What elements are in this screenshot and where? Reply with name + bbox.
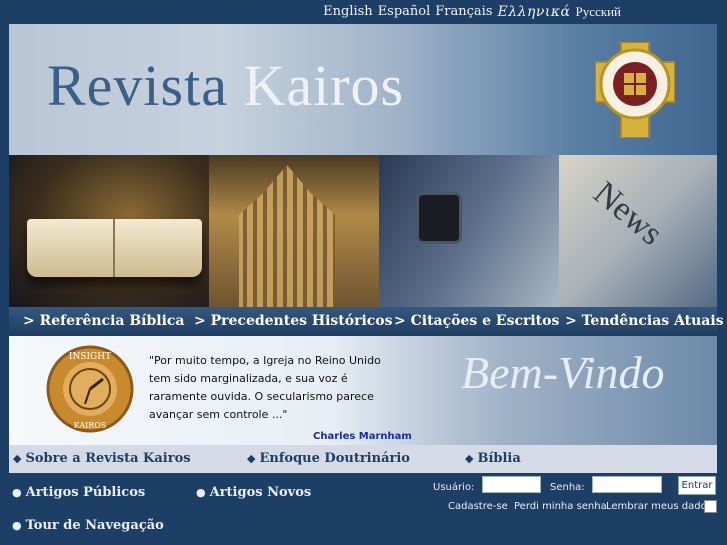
welcome-heading: Bem-Vindo bbox=[461, 347, 665, 398]
main-nav: > Referência Bíblica > Precedentes Histó… bbox=[9, 307, 724, 336]
inkwell-image bbox=[419, 195, 459, 241]
diamond-bullet-icon: ◆ bbox=[247, 452, 256, 465]
remember-me-label: Lembrar meus dados bbox=[606, 501, 712, 512]
link-label: Artigos Novos bbox=[209, 485, 312, 500]
link-label: Tour de Navegação bbox=[25, 518, 164, 533]
link-enfoque-doutrinario[interactable]: ◆ Enfoque Doutrinário bbox=[247, 451, 410, 466]
kairos-seal-icon bbox=[595, 42, 675, 138]
lang-french[interactable]: Français bbox=[435, 4, 492, 20]
password-input[interactable] bbox=[592, 476, 662, 493]
username-input[interactable] bbox=[482, 476, 541, 493]
link-label: Artigos Públicos bbox=[25, 485, 146, 500]
nav-citacoes-escritos[interactable]: > Citações e Escritos bbox=[394, 313, 559, 329]
link-label: Bíblia bbox=[477, 451, 521, 466]
link-label: Enfoque Doutrinário bbox=[259, 451, 410, 466]
password-label: Senha: bbox=[550, 482, 585, 493]
link-sobre-revista[interactable]: ◆ Sobre a Revista Kairos bbox=[13, 451, 191, 466]
round-bullet-icon: ● bbox=[196, 486, 206, 499]
svg-text:KAIROS: KAIROS bbox=[74, 421, 107, 430]
lang-russian[interactable]: Русский bbox=[576, 4, 622, 20]
diamond-bullet-icon: ◆ bbox=[13, 452, 22, 465]
forgot-password-link[interactable]: Perdi minha senha bbox=[514, 501, 607, 512]
nav-tendencias-atuais[interactable]: > Tendências Atuais bbox=[565, 313, 724, 329]
register-link[interactable]: Cadastre-se bbox=[448, 501, 508, 512]
round-bullet-icon: ● bbox=[12, 486, 22, 499]
nav-precedentes-historicos[interactable]: > Precedentes Históricos bbox=[194, 313, 393, 329]
round-bullet-icon: ● bbox=[12, 519, 22, 532]
login-form: Usuário: Senha: Entrar Cadastre-se Perdi… bbox=[430, 476, 720, 536]
section-links-bar: ◆ Sobre a Revista Kairos ◆ Enfoque Doutrin… bbox=[9, 445, 717, 473]
header-image-collage: News bbox=[9, 155, 717, 307]
site-title-part2: Kairos bbox=[243, 53, 405, 118]
login-button[interactable]: Entrar bbox=[678, 476, 716, 495]
site-header: Revista Kairos bbox=[9, 24, 717, 155]
lang-english[interactable]: English bbox=[323, 4, 373, 20]
site-title: Revista Kairos bbox=[47, 52, 404, 119]
welcome-panel: INSIGHT KAIROS "Por muito tempo, a Igrej… bbox=[9, 336, 717, 445]
username-label: Usuário: bbox=[433, 482, 475, 493]
lang-greek[interactable]: Ελληνικά bbox=[498, 4, 571, 20]
svg-text:INSIGHT: INSIGHT bbox=[69, 352, 111, 362]
open-bible-image bbox=[27, 219, 202, 277]
link-biblia[interactable]: ◆ Bíblia bbox=[465, 451, 521, 466]
insight-kairos-logo-icon: INSIGHT KAIROS bbox=[46, 345, 134, 433]
language-bar: English Español Français Ελληνικά Русски… bbox=[0, 0, 727, 24]
link-label: Sobre a Revista Kairos bbox=[25, 451, 191, 466]
link-tour-navegacao[interactable]: ● Tour de Navegação bbox=[12, 518, 164, 533]
diamond-bullet-icon: ◆ bbox=[465, 452, 474, 465]
site-title-part1: Revista bbox=[47, 53, 228, 118]
quote-author[interactable]: Charles Marnham bbox=[313, 431, 412, 442]
nav-referencia-biblica[interactable]: > Referência Bíblica bbox=[23, 313, 185, 329]
welcome-quote: "Por muito tempo, a Igreja no Reino Unid… bbox=[149, 354, 381, 421]
lang-spanish[interactable]: Español bbox=[378, 4, 431, 20]
remember-me-checkbox[interactable] bbox=[704, 500, 717, 513]
link-artigos-novos[interactable]: ● Artigos Novos bbox=[196, 485, 311, 500]
link-artigos-publicos[interactable]: ● Artigos Públicos bbox=[12, 485, 145, 500]
